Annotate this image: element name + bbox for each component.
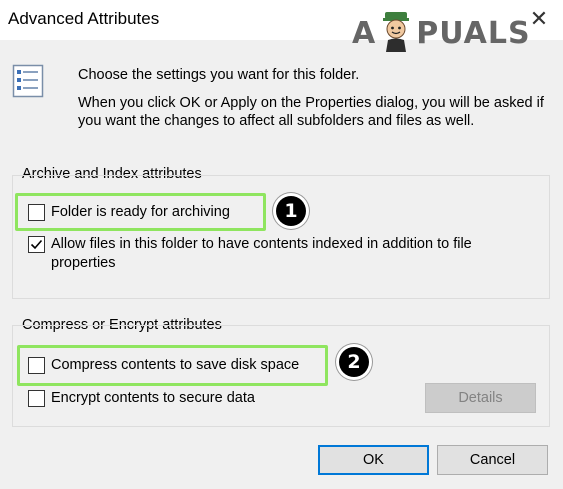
checkmark-icon	[30, 239, 43, 250]
allow-index-label[interactable]: Allow files in this folder to have conte…	[51, 235, 538, 273]
watermark-text-end: PUALS	[416, 15, 531, 51]
compress-row[interactable]: Compress contents to save disk space	[28, 356, 299, 375]
cancel-button[interactable]: Cancel	[437, 445, 548, 475]
allow-index-row[interactable]: Allow files in this folder to have conte…	[28, 235, 538, 273]
folder-archiving-label[interactable]: Folder is ready for archiving	[51, 203, 230, 222]
compress-label[interactable]: Compress contents to save disk space	[51, 356, 299, 375]
encrypt-row[interactable]: Encrypt contents to secure data	[28, 389, 255, 408]
details-button[interactable]: Details	[425, 383, 536, 413]
intro-line-1: Choose the settings you want for this fo…	[78, 67, 360, 83]
close-icon[interactable]: ✕	[525, 6, 553, 32]
watermark-text-start: A	[352, 15, 377, 51]
appuals-watermark: A PUALS	[352, 12, 531, 54]
step-marker-1: 1	[276, 196, 306, 226]
folder-archiving-row[interactable]: Folder is ready for archiving	[28, 203, 230, 222]
window-title: Advanced Attributes	[8, 9, 160, 28]
ok-button[interactable]: OK	[318, 445, 429, 475]
compress-checkbox[interactable]	[28, 357, 45, 374]
step-marker-2: 2	[339, 347, 369, 377]
allow-index-checkbox[interactable]	[28, 236, 45, 253]
folder-archiving-checkbox[interactable]	[28, 204, 45, 221]
encrypt-checkbox[interactable]	[28, 390, 45, 407]
attributes-list-icon	[12, 64, 44, 98]
intro-line-2: When you click OK or Apply on the Proper…	[78, 95, 544, 129]
encrypt-label[interactable]: Encrypt contents to secure data	[51, 389, 255, 408]
intro-text: Choose the settings you want for this fo…	[78, 66, 548, 130]
title-bar: Advanced Attributes A PUALS ✕	[0, 0, 563, 52]
appuals-mascot-icon	[383, 12, 410, 52]
